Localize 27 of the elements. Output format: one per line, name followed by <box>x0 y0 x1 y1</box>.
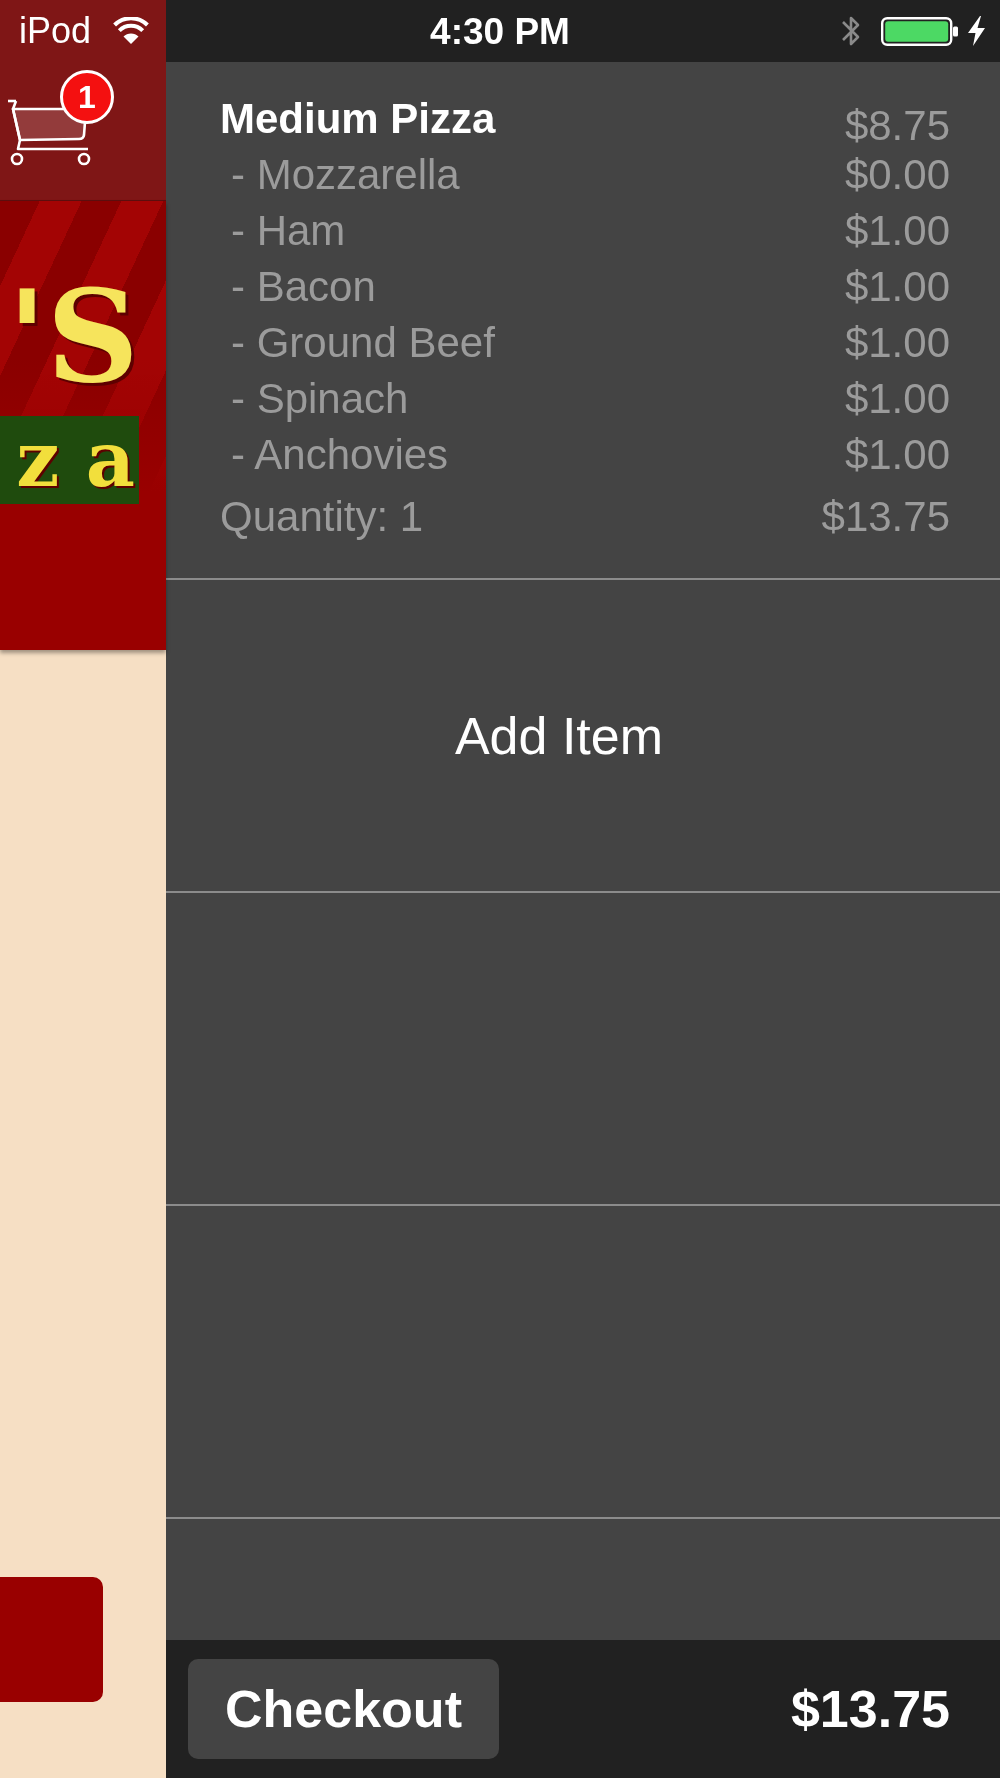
topping-name: - Spinach <box>230 375 409 423</box>
topping-name: - Anchovies <box>230 431 449 479</box>
lightning-bolt-icon <box>967 16 986 46</box>
quantity-label: Quantity: 1 <box>220 493 424 541</box>
time-label: 4:30 PM <box>430 12 570 50</box>
carrier-label: iPod <box>19 13 92 49</box>
topping-price: $1.00 <box>844 207 950 255</box>
add-item-button[interactable]: Add Item <box>454 705 664 766</box>
topping-price: $1.00 <box>844 263 950 311</box>
item-name: Medium Pizza <box>220 95 496 143</box>
logo-text: 'S <box>7 272 139 400</box>
wifi-icon <box>113 17 150 45</box>
topping-name: - Bacon <box>230 263 376 311</box>
checkout-total: $13.75 <box>790 1679 950 1739</box>
item-price: $8.75 <box>844 102 950 150</box>
topping-price: $1.00 <box>844 319 950 367</box>
battery-icon <box>881 16 959 46</box>
checkout-button[interactable]: Checkout <box>188 1659 499 1759</box>
topping-name: - Mozzarella <box>230 151 460 199</box>
topping-name: - Ground Beef <box>230 319 495 367</box>
logo-subtext: z a <box>16 416 135 504</box>
topping-price: $0.00 <box>844 151 950 199</box>
cart-count-badge: 1 <box>60 70 114 124</box>
topping-price: $1.00 <box>844 431 950 479</box>
item-total: $13.75 <box>821 493 950 541</box>
topping-name: - Ham <box>230 207 346 255</box>
topping-price: $1.00 <box>844 375 950 423</box>
